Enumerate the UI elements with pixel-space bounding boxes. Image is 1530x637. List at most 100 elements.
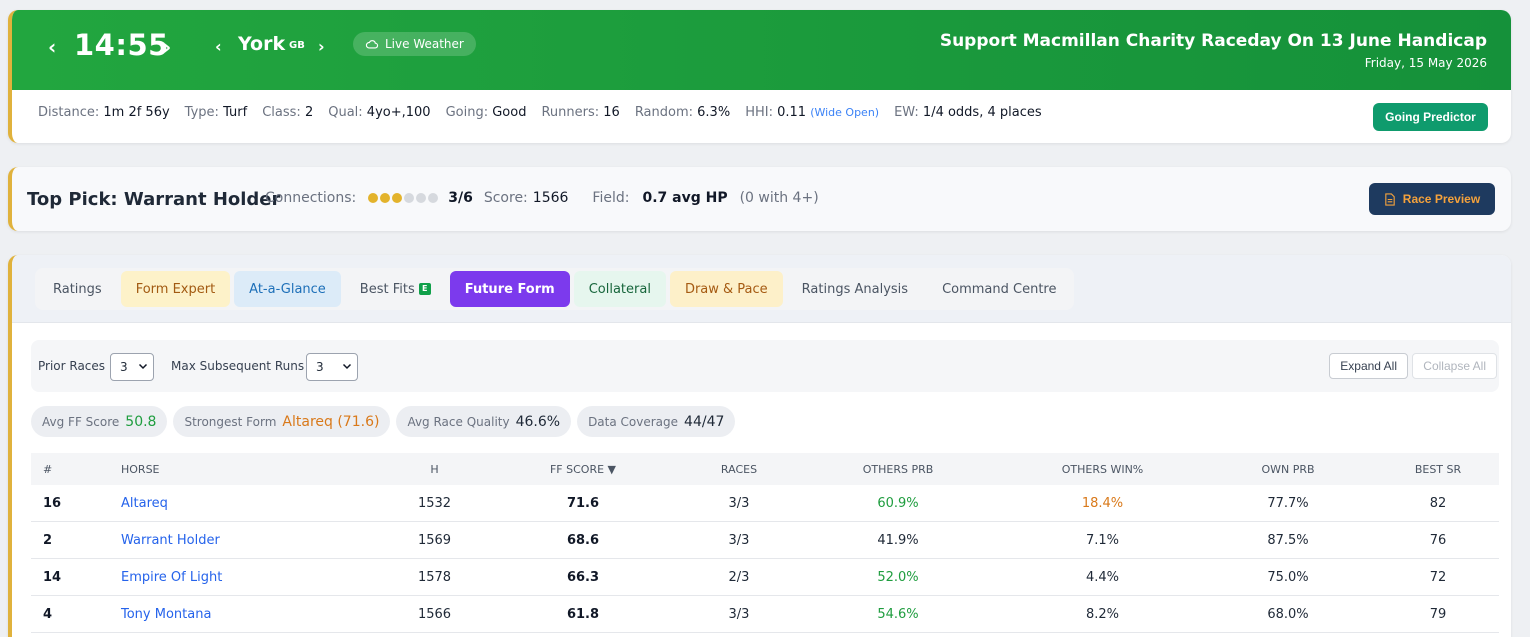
col-header-ff-score[interactable]: FF Score ▼	[478, 463, 688, 476]
race-stats: Distance: 1m 2f 56y Type: Turf Class: 2 …	[38, 105, 1057, 120]
stat-qual-label: Qual:	[328, 105, 363, 120]
stat-type-value: Turf	[223, 105, 248, 120]
row-h: 1566	[417, 606, 452, 622]
row-best-sr: 76	[1429, 532, 1447, 548]
row-h: 1578	[417, 569, 452, 585]
race-preview-button[interactable]: Race Preview	[1369, 183, 1495, 215]
row-own-prb: 87.5%	[1267, 532, 1309, 548]
tab-best-fits[interactable]: Best Fits E	[345, 271, 446, 307]
collapse-all-button[interactable]: Collapse All	[1412, 353, 1497, 379]
top-pick-title: Top Pick: Warrant Holder	[27, 189, 281, 210]
row-others-win: 18.4%	[1081, 495, 1124, 511]
row-races: 2/3	[728, 569, 750, 585]
row-others-win: 8.2%	[1085, 606, 1120, 622]
horse-link[interactable]: Empire Of Light	[121, 570, 391, 585]
max-runs-label: Max Subsequent Runs	[171, 359, 305, 373]
stat-hhi-label: HHI:	[745, 105, 773, 120]
row-h: 1569	[417, 532, 452, 548]
top-pick-meta: Connections: 3/6 Score: 1566 Field: 0.7 …	[265, 190, 819, 206]
prev-race-chevron-icon[interactable]: ‹	[48, 37, 56, 57]
row-ff-score: 61.8	[566, 606, 600, 622]
prior-races-label: Prior Races	[38, 359, 106, 373]
connections-value: 3/6	[448, 190, 473, 206]
table-row[interactable]: 2 Warrant Holder 1569 68.6 3/3 41.9% 7.1…	[31, 522, 1499, 559]
stat-qual: Qual: 4yo+,100	[328, 105, 430, 120]
col-header-races[interactable]: Races	[688, 463, 790, 476]
max-runs-select[interactable]: 3	[306, 353, 358, 381]
cloud-icon	[365, 40, 379, 49]
col-header-others-prb[interactable]: Others PRB	[790, 463, 1006, 476]
stat-random: Random: 6.3%	[635, 105, 730, 120]
connection-dot	[404, 193, 415, 203]
stat-hhi: HHI: 0.11 (Wide Open)	[745, 105, 879, 120]
connection-dot	[416, 193, 427, 203]
connection-dot	[392, 193, 403, 203]
strongest-form-label: Strongest Form	[184, 414, 277, 429]
row-others-prb: 52.0%	[877, 569, 919, 585]
chevron-down-icon	[138, 363, 148, 370]
tab-at-a-glance[interactable]: At-a-Glance	[234, 271, 341, 307]
col-header-num[interactable]: #	[31, 463, 121, 476]
col-header-others-win[interactable]: Others Win%	[1006, 463, 1199, 476]
horse-link[interactable]: Warrant Holder	[121, 533, 391, 548]
stat-hhi-value: 0.11	[777, 105, 807, 120]
going-predictor-button[interactable]: Going Predictor	[1373, 103, 1488, 131]
row-own-prb: 68.0%	[1267, 606, 1309, 622]
stat-distance: Distance: 1m 2f 56y	[38, 105, 170, 120]
top-pick-card: Top Pick: Warrant Holder Connections: 3/…	[8, 167, 1511, 231]
tab-draw-pace[interactable]: Draw & Pace	[669, 271, 783, 307]
strongest-form-value: Altareq (71.6)	[282, 413, 380, 430]
live-weather-button[interactable]: Live Weather	[353, 32, 476, 56]
table-header: # Horse H FF Score ▼ Races Others PRB Ot…	[31, 453, 1499, 485]
table-row[interactable]: 14 Empire Of Light 1578 66.3 2/3 52.0% 4…	[31, 559, 1499, 596]
best-fits-badge: E	[418, 283, 431, 295]
tab-ratings-analysis[interactable]: Ratings Analysis	[787, 271, 923, 307]
col-header-own-prb[interactable]: Own PRB	[1199, 463, 1377, 476]
stat-going-label: Going:	[445, 105, 489, 120]
race-banner: ‹ 14:55 › ‹ York GB › Live Weather Suppo…	[12, 10, 1511, 90]
avg-ff-chip: Avg FF Score 50.8	[31, 406, 168, 437]
table-row[interactable]: 16 Altareq 1532 71.6 3/3 60.9% 18.4% 77.…	[31, 485, 1499, 522]
next-race-chevron-icon[interactable]: ›	[163, 37, 171, 57]
stat-qual-value: 4yo+,100	[366, 105, 431, 120]
stat-going: Going: Good	[446, 105, 527, 120]
stat-distance-value: 1m 2f 56y	[103, 105, 170, 120]
horse-link[interactable]: Tony Montana	[121, 607, 391, 622]
stat-distance-label: Distance:	[38, 105, 100, 120]
stat-going-value: Good	[492, 105, 527, 120]
tab-best-fits-label: Best Fits	[359, 281, 415, 297]
future-form-controls: Prior Races 3 Max Subsequent Runs 3 Expa…	[31, 340, 1499, 392]
row-num: 4	[43, 606, 53, 622]
strongest-form-chip: Strongest Form Altareq (71.6)	[173, 406, 391, 437]
stat-hhi-note: (Wide Open)	[810, 106, 880, 119]
tab-future-form[interactable]: Future Form	[449, 271, 570, 307]
race-header-card: ‹ 14:55 › ‹ York GB › Live Weather Suppo…	[8, 10, 1511, 143]
document-icon	[1385, 192, 1395, 206]
expand-all-button[interactable]: Expand All	[1329, 353, 1408, 379]
score-label: Score:	[483, 190, 528, 206]
max-runs-value: 3	[316, 360, 324, 374]
stat-runners-label: Runners:	[541, 105, 600, 120]
prior-races-select[interactable]: 3	[110, 353, 154, 381]
stat-random-value: 6.3%	[697, 105, 731, 120]
prev-course-chevron-icon[interactable]: ‹	[215, 39, 222, 55]
col-header-h[interactable]: H	[391, 463, 478, 476]
col-header-horse[interactable]: Horse	[121, 463, 391, 476]
row-best-sr: 72	[1429, 569, 1447, 585]
horse-link[interactable]: Altareq	[121, 496, 391, 511]
col-header-best-sr[interactable]: Best SR	[1377, 463, 1499, 476]
row-others-win: 7.1%	[1085, 532, 1120, 548]
race-time: 14:55	[74, 28, 169, 62]
field-label: Field:	[592, 190, 630, 206]
stat-ew: EW: 1/4 odds, 4 places	[894, 105, 1042, 120]
row-others-win: 4.4%	[1085, 569, 1120, 585]
table-row[interactable]: 4 Tony Montana 1566 61.8 3/3 54.6% 8.2% …	[31, 596, 1499, 633]
tab-collateral[interactable]: Collateral	[573, 271, 666, 307]
analysis-card: Ratings Form Expert At-a-Glance Best Fit…	[8, 255, 1511, 637]
tab-form-expert[interactable]: Form Expert	[120, 271, 231, 307]
analysis-tabs: Ratings Form Expert At-a-Glance Best Fit…	[35, 268, 1075, 310]
tab-command-centre[interactable]: Command Centre	[927, 271, 1071, 307]
row-own-prb: 77.7%	[1267, 495, 1309, 511]
next-course-chevron-icon[interactable]: ›	[318, 39, 325, 55]
tab-ratings[interactable]: Ratings	[38, 271, 117, 307]
